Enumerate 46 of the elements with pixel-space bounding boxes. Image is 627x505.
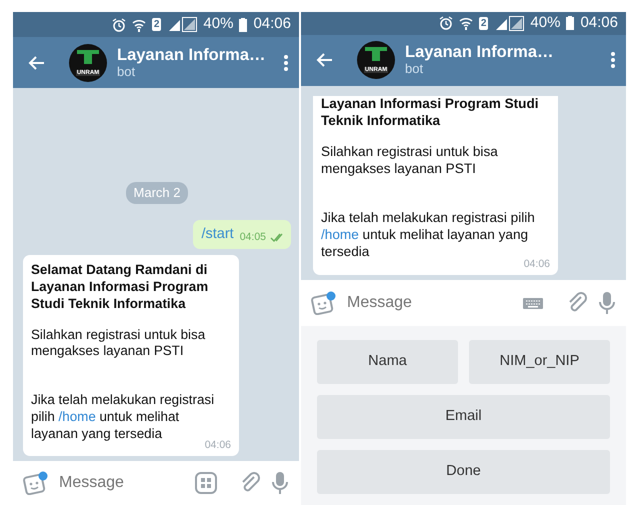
command-link[interactable]: /home [321, 226, 359, 242]
alarm-icon [112, 18, 126, 32]
sticker-icon[interactable] [311, 290, 337, 314]
sim-indicator: 2 [478, 16, 488, 30]
microphone-icon[interactable] [271, 471, 289, 495]
back-arrow-icon[interactable] [27, 54, 45, 70]
more-menu-icon[interactable] [283, 54, 289, 72]
battery-icon [239, 18, 248, 32]
chat-title: Layanan Informa… [117, 46, 267, 65]
wifi-icon [132, 18, 146, 32]
chat-subtitle: bot [405, 62, 424, 77]
message-text: Jika telah melakukan registrasi pilih /home untuk melihat layanan yang tersedia [31, 392, 214, 441]
battery-percent: 40% [530, 13, 560, 33]
command-link[interactable]: /home [58, 408, 96, 424]
message-time: 04:06 [524, 258, 550, 270]
signal-icon [167, 17, 198, 32]
microphone-icon[interactable] [598, 290, 616, 314]
bot-commands-icon[interactable] [195, 472, 217, 494]
chat-title: Layanan Informa… [405, 43, 555, 62]
chat-subtitle: bot [117, 64, 136, 80]
more-menu-icon[interactable] [610, 51, 616, 69]
signal-icon [494, 16, 524, 31]
wifi-icon [458, 16, 473, 30]
message-text: /start [201, 224, 234, 244]
message-text: Layanan Informasi Program Studi Teknik Informatika [321, 96, 540, 130]
battery-icon [566, 16, 574, 30]
message-text: Silahkan registrasi untuk bisa mengakses layanan PSTI [321, 144, 499, 178]
message-time: 04:06 [204, 439, 231, 452]
sim-indicator: 2 [152, 18, 162, 31]
clock-time: 04:06 [580, 13, 618, 33]
alarm-icon [438, 16, 453, 30]
keyboard-button[interactable]: NIM_or_NIP [469, 340, 610, 384]
message-input[interactable]: Message [347, 290, 512, 314]
back-arrow-icon[interactable] [315, 52, 333, 68]
keyboard-button[interactable]: Email [317, 394, 610, 438]
message-text: Selamat Datang Ramdani di Layanan Informasi Program Studi Teknik Informatika [31, 262, 210, 313]
keyboard-button[interactable]: Done [317, 450, 610, 494]
clock-time: 04:06 [253, 14, 291, 34]
date-badge: March 2 [126, 182, 188, 204]
message-text: Jika telah melakukan registrasi pilih /home untuk melihat layanan yang tersedia [321, 210, 536, 260]
sticker-icon[interactable] [23, 471, 49, 495]
message-input[interactable]: Message [59, 471, 185, 495]
message-time: 04:05 [240, 230, 266, 245]
battery-percent: 40% [203, 14, 234, 34]
keyboard-button[interactable]: Nama [317, 340, 458, 384]
message-text: Silahkan registrasi untuk bisa mengakses layanan PSTI [31, 326, 206, 360]
